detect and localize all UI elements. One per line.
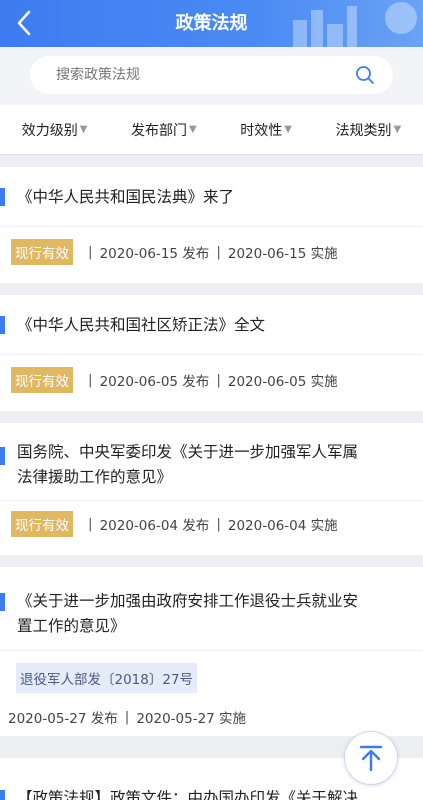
filter-bar: 效力级别 ▼ 发布部门 ▼ 时效性 ▼ 法规类别 ▼ bbox=[0, 105, 423, 155]
item-title[interactable]: 国务院、中央军委印发《关于进一步加强军人军属 法律援助工作的意见》 bbox=[17, 440, 411, 490]
list-item[interactable]: 国务院、中央军委印发《关于进一步加强军人军属 法律援助工作的意见》 现行有效 |… bbox=[0, 423, 423, 555]
title-line: 《关于进一步加强由政府安排工作退役士兵就业安 bbox=[17, 592, 359, 610]
title-line: 国务院、中央军委印发《关于进一步加强军人军属 bbox=[17, 443, 359, 461]
document-number-tag: 退役军人部发〔2018〕27号 bbox=[16, 663, 198, 693]
title-row: 《关于进一步加强由政府安排工作退役士兵就业安 置工作的意见》 bbox=[0, 567, 423, 651]
title-row: 《中华人民共和国民法典》来了 bbox=[0, 167, 423, 227]
divider: | bbox=[216, 516, 221, 532]
item-title[interactable]: 《关于进一步加强由政府安排工作退役士兵就业安 置工作的意见》 bbox=[17, 589, 411, 639]
filter-validity[interactable]: 时效性 ▼ bbox=[240, 120, 292, 140]
effective-date: 2020-06-05 实施 bbox=[227, 374, 338, 390]
page-title: 政策法规 bbox=[175, 13, 248, 34]
search-input[interactable] bbox=[56, 56, 346, 94]
divider: | bbox=[88, 244, 93, 260]
caret-down-icon: ▼ bbox=[284, 124, 292, 135]
effective-date: 2020-05-27 实施 bbox=[136, 711, 247, 727]
filter-label: 时效性 bbox=[240, 122, 283, 139]
publish-date: 2020-06-15 发布 bbox=[99, 246, 210, 262]
item-meta: 现行有效 | 2020-06-04 发布 | 2020-06-04 实施 bbox=[11, 511, 338, 537]
caret-down-icon: ▼ bbox=[189, 124, 197, 135]
filter-label: 法规类别 bbox=[335, 122, 392, 139]
search-box bbox=[30, 56, 393, 94]
title-line: 置工作的意见》 bbox=[17, 617, 126, 635]
item-meta: 现行有效 | 2020-06-05 发布 | 2020-06-05 实施 bbox=[11, 367, 338, 393]
divider: | bbox=[216, 244, 221, 260]
back-to-top-button[interactable] bbox=[344, 731, 398, 785]
accent-bar bbox=[0, 593, 5, 611]
divider: | bbox=[88, 516, 93, 532]
caret-down-icon: ▼ bbox=[393, 124, 402, 135]
filter-label: 发布部门 bbox=[131, 122, 188, 139]
publish-date: 2020-05-27 发布 bbox=[8, 711, 118, 727]
list-item[interactable]: 《中华人民共和国民法典》来了 现行有效 | 2020-06-15 发布 | 20… bbox=[0, 167, 423, 283]
divider: | bbox=[88, 372, 93, 388]
search-section bbox=[0, 47, 423, 105]
status-badge: 现行有效 bbox=[11, 367, 73, 393]
filter-category[interactable]: 法规类别 ▼ bbox=[336, 120, 402, 140]
effective-date: 2020-06-04 实施 bbox=[227, 518, 338, 534]
item-title[interactable]: 【政策法规】政策文件：中办国办印发《关于解决 bbox=[17, 786, 411, 800]
item-meta: 现行有效 | 2020-06-15 发布 | 2020-06-15 实施 bbox=[11, 239, 338, 265]
title-row: 国务院、中央军委印发《关于进一步加强军人军属 法律援助工作的意见》 bbox=[0, 423, 423, 501]
accent-bar bbox=[0, 316, 5, 334]
filter-department[interactable]: 发布部门 ▼ bbox=[131, 120, 197, 140]
publish-date: 2020-06-04 发布 bbox=[99, 518, 210, 534]
list-item[interactable]: 《关于进一步加强由政府安排工作退役士兵就业安 置工作的意见》 退役军人部发〔20… bbox=[0, 567, 423, 736]
item-title[interactable]: 《中华人民共和国社区矫正法》全文 bbox=[17, 313, 411, 338]
divider: | bbox=[216, 372, 221, 388]
item-meta: 2020-05-27 发布 | 2020-05-27 实施 bbox=[8, 707, 246, 727]
accent-bar bbox=[0, 447, 5, 465]
filter-label: 效力级别 bbox=[21, 122, 78, 139]
status-badge: 现行有效 bbox=[11, 239, 73, 265]
divider: | bbox=[124, 709, 130, 725]
list-item[interactable]: 《中华人民共和国社区矫正法》全文 现行有效 | 2020-06-05 发布 | … bbox=[0, 295, 423, 411]
accent-bar bbox=[0, 790, 5, 800]
accent-bar bbox=[0, 188, 5, 206]
item-title[interactable]: 《中华人民共和国民法典》来了 bbox=[17, 185, 411, 210]
publish-date: 2020-06-05 发布 bbox=[99, 374, 210, 390]
title-row: 《中华人民共和国社区矫正法》全文 bbox=[0, 295, 423, 355]
caret-down-icon: ▼ bbox=[79, 124, 88, 135]
app-header: 政策法规 bbox=[0, 0, 423, 47]
title-line: 法律援助工作的意见》 bbox=[17, 468, 173, 486]
search-icon[interactable] bbox=[355, 65, 375, 85]
arrow-up-to-top-icon bbox=[359, 745, 383, 772]
filter-level[interactable]: 效力级别 ▼ bbox=[22, 120, 88, 140]
effective-date: 2020-06-15 实施 bbox=[227, 246, 338, 262]
status-badge: 现行有效 bbox=[11, 511, 73, 537]
